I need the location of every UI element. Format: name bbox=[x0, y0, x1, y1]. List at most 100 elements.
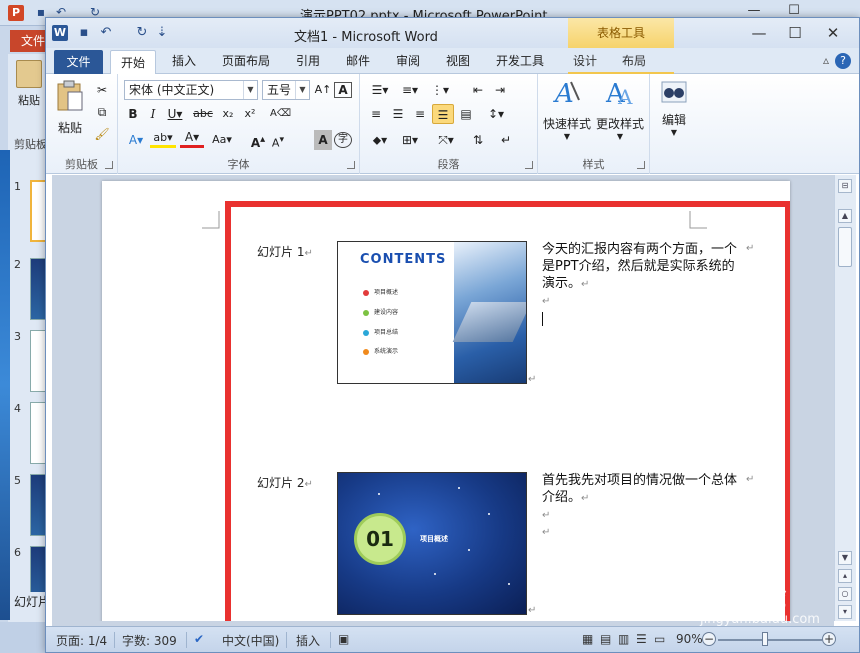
undo-icon[interactable]: ↶ bbox=[98, 25, 114, 41]
view-web-icon[interactable]: ▥ bbox=[618, 632, 629, 646]
underline-button[interactable]: U▾ bbox=[164, 104, 186, 124]
shrink-font-button[interactable]: A▾ bbox=[268, 130, 288, 150]
tab-home[interactable]: 开始 bbox=[110, 50, 157, 75]
tab-design[interactable]: 设计 bbox=[573, 53, 597, 73]
bold-button[interactable]: B bbox=[124, 104, 142, 124]
tab-references[interactable]: 引用 bbox=[296, 53, 320, 73]
highlight-frame bbox=[225, 201, 790, 621]
change-case-icon[interactable]: Aa▾ bbox=[208, 130, 236, 150]
font-launcher-icon[interactable] bbox=[347, 161, 355, 169]
spell-check-icon[interactable]: ✔ bbox=[194, 632, 204, 646]
insert-mode[interactable]: 插入 bbox=[296, 632, 320, 649]
watermark-url: jingyan.baidu.com bbox=[700, 612, 820, 627]
help-icon[interactable]: ? bbox=[835, 53, 851, 69]
font-group-label: 字体 bbox=[227, 158, 250, 171]
view-outline-icon[interactable]: ☰ bbox=[636, 632, 647, 646]
shading-icon[interactable]: ⬥▾ bbox=[366, 130, 394, 150]
styles-launcher-icon[interactable] bbox=[637, 161, 645, 169]
quick-styles-label: 快速样式 bbox=[542, 117, 591, 131]
close-button[interactable]: ✕ bbox=[816, 23, 850, 43]
cut-icon[interactable]: ✂ bbox=[92, 80, 112, 100]
align-center-icon[interactable]: ☰ bbox=[388, 104, 408, 124]
tab-view[interactable]: 视图 bbox=[446, 53, 470, 73]
view-print-layout-icon[interactable]: ▦ bbox=[582, 632, 593, 646]
borders-icon[interactable]: ⊞▾ bbox=[396, 130, 424, 150]
highlight-color-icon[interactable]: ab▾ bbox=[150, 130, 176, 148]
numbering-icon[interactable]: ≡▾ bbox=[396, 80, 424, 100]
customize-toolbar-icon[interactable]: ⇣ bbox=[154, 25, 170, 41]
scroll-thumb[interactable] bbox=[838, 227, 852, 267]
format-painter-icon[interactable]: 🖌 bbox=[92, 124, 112, 144]
tab-mailings[interactable]: 邮件 bbox=[346, 53, 370, 73]
document-page[interactable]: 幻灯片 1↵ CONTENTS 项目概述 建设内容 项目总结 系统演示 ↵ 今天… bbox=[102, 181, 790, 621]
minimize-ribbon-icon[interactable]: ▵ bbox=[823, 53, 829, 67]
tab-developer[interactable]: 开发工具 bbox=[496, 53, 544, 73]
decrease-indent-icon[interactable]: ⇤ bbox=[468, 80, 488, 100]
save-icon[interactable]: ▪ bbox=[76, 25, 92, 41]
sort-icon[interactable]: ⇅ bbox=[468, 130, 488, 150]
superscript-button[interactable]: x² bbox=[240, 104, 260, 124]
bullets-icon[interactable]: ☰▾ bbox=[366, 80, 394, 100]
font-name-select[interactable]: 宋体 (中文正文) ▼ bbox=[124, 80, 258, 100]
subscript-button[interactable]: x₂ bbox=[218, 104, 238, 124]
tab-review[interactable]: 审阅 bbox=[396, 53, 420, 73]
change-styles-label: 更改样式 bbox=[595, 117, 644, 131]
enclose-characters-icon[interactable]: 字 bbox=[334, 132, 352, 148]
redo-icon[interactable]: ↻ bbox=[134, 25, 150, 41]
paste-button[interactable]: 粘贴 bbox=[52, 80, 88, 136]
font-size-select[interactable]: 五号 ▼ bbox=[262, 80, 310, 100]
character-shading-icon[interactable]: A bbox=[314, 130, 332, 150]
italic-button[interactable]: I bbox=[144, 104, 162, 124]
strikethrough-button[interactable]: abc bbox=[190, 104, 216, 124]
tab-file[interactable]: 文件 bbox=[54, 50, 103, 74]
minimize-button[interactable]: — bbox=[742, 23, 776, 43]
scroll-down-icon[interactable]: ▼ bbox=[838, 551, 852, 565]
clear-formatting-icon[interactable]: A⌫ bbox=[270, 104, 291, 124]
copy-icon[interactable]: ⧉ bbox=[92, 102, 112, 122]
macro-record-icon[interactable]: ▣ bbox=[338, 632, 349, 646]
paste-label: 粘贴 bbox=[57, 121, 82, 135]
quick-styles-button[interactable]: A 快速样式 ▼ bbox=[542, 78, 592, 141]
word-count[interactable]: 字数: 309 bbox=[122, 632, 177, 649]
quick-styles-icon: A bbox=[553, 79, 580, 109]
chinese-layout-icon[interactable]: ⤧▾ bbox=[432, 130, 460, 150]
distributed-icon[interactable]: ▤ bbox=[456, 104, 476, 124]
word-title-bar: W ▪ ↶ ↻ ⇣ 文档1 - Microsoft Word 表格工具 — ☐ … bbox=[46, 18, 859, 48]
show-marks-icon[interactable]: ↵ bbox=[496, 130, 516, 150]
paste-icon bbox=[57, 80, 83, 111]
editing-button[interactable]: 编辑 ▼ bbox=[654, 80, 694, 137]
character-border-icon[interactable]: A bbox=[334, 82, 352, 98]
view-reading-icon[interactable]: ▤ bbox=[600, 632, 611, 646]
clipboard-launcher-icon[interactable] bbox=[105, 161, 113, 169]
word-window: W ▪ ↶ ↻ ⇣ 文档1 - Microsoft Word 表格工具 — ☐ … bbox=[45, 17, 860, 653]
ruler-toggle-icon[interactable]: ⊟ bbox=[838, 179, 852, 193]
maximize-button[interactable]: ☐ bbox=[778, 23, 812, 43]
align-left-icon[interactable]: ≡ bbox=[366, 104, 386, 124]
clipboard-icon bbox=[16, 60, 42, 88]
vertical-scrollbar[interactable]: ⊟ ▲ ▼ ▴ ○ ▾ bbox=[834, 175, 856, 621]
chevron-down-icon: ▼ bbox=[670, 128, 678, 137]
scroll-up-icon[interactable]: ▲ bbox=[838, 209, 852, 223]
language-indicator[interactable]: 中文(中国) bbox=[222, 632, 279, 649]
ribbon-tabs: 文件 开始 插入 页面布局 引用 邮件 审阅 视图 开发工具 设计 布局 ▵ ? bbox=[46, 48, 859, 75]
justify-icon[interactable]: ☰ bbox=[432, 104, 454, 124]
multilevel-list-icon[interactable]: ⋮▾ bbox=[426, 80, 454, 100]
ppt-paste-button[interactable]: 粘贴 bbox=[12, 60, 46, 108]
paragraph-launcher-icon[interactable] bbox=[525, 161, 533, 169]
text-effects-icon[interactable]: A▾ bbox=[124, 130, 148, 150]
tab-page-layout[interactable]: 页面布局 bbox=[222, 53, 270, 73]
zoom-slider[interactable] bbox=[718, 639, 822, 641]
font-color-icon[interactable]: A▾ bbox=[180, 130, 204, 148]
align-right-icon[interactable]: ≡ bbox=[410, 104, 430, 124]
line-spacing-icon[interactable]: ↕▾ bbox=[482, 104, 510, 124]
svg-text:A: A bbox=[617, 85, 633, 108]
document-area[interactable]: 幻灯片 1↵ CONTENTS 项目概述 建设内容 项目总结 系统演示 ↵ 今天… bbox=[52, 175, 834, 621]
grow-font-button[interactable]: A▴ bbox=[248, 130, 268, 150]
increase-indent-icon[interactable]: ⇥ bbox=[490, 80, 510, 100]
clipboard-group: 粘贴 ✂ ⧉ 🖌 剪贴板 bbox=[46, 74, 118, 174]
tab-insert[interactable]: 插入 bbox=[172, 53, 196, 73]
page-count[interactable]: 页面: 1/4 bbox=[56, 632, 107, 649]
grow-font-icon[interactable]: A↑ bbox=[314, 80, 332, 100]
change-styles-button[interactable]: AA 更改样式 ▼ bbox=[594, 78, 646, 141]
tab-table-layout[interactable]: 布局 bbox=[622, 53, 646, 73]
